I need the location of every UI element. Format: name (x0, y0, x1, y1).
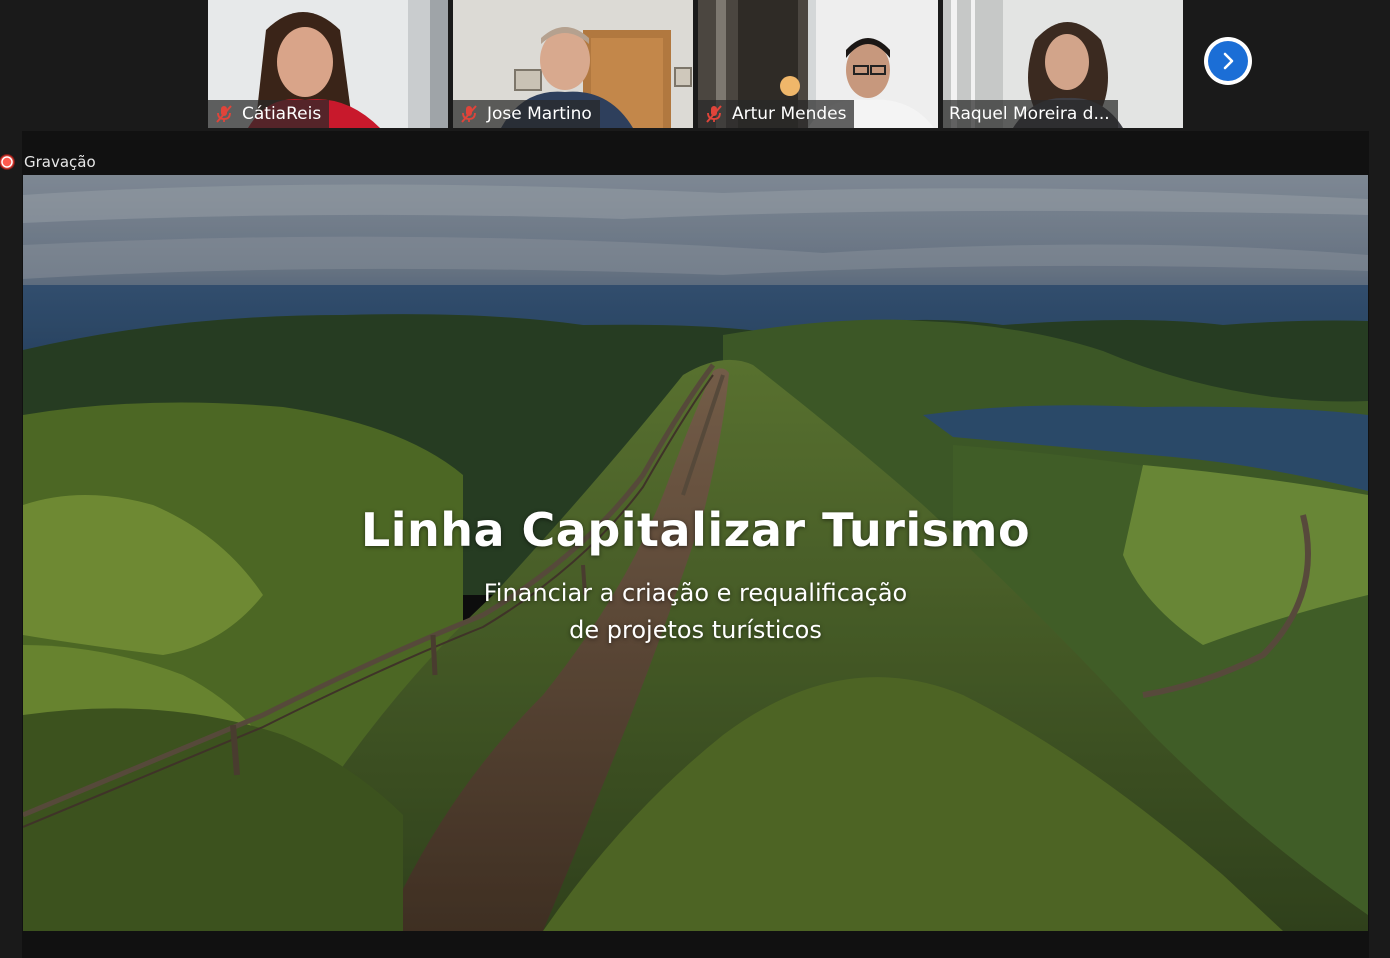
meeting-window: CátiaReis Jose Martino Artur Mendes Raqu… (0, 0, 1390, 958)
mic-off-icon (461, 105, 477, 123)
mic-off-icon (706, 105, 722, 123)
participant-name: Artur Mendes (732, 104, 847, 124)
participant-name: Raquel Moreira d... (949, 104, 1110, 124)
slide-subtitle-line2: de projetos turísticos (569, 616, 822, 644)
presentation-slide: Linha Capitalizar Turismo Financiar a cr… (23, 175, 1368, 931)
next-participants-button[interactable] (1204, 37, 1252, 85)
slide-title: Linha Capitalizar Turismo (360, 503, 1031, 557)
recording-label: Gravação (24, 153, 96, 171)
slide-subtitle-line1: Financiar a criação e requalificação (483, 579, 908, 607)
participant-tile[interactable]: CátiaReis (208, 0, 448, 128)
recording-indicator[interactable]: Gravação (0, 152, 96, 172)
participant-tile[interactable]: Jose Martino (453, 0, 693, 128)
chevron-right-icon (1223, 52, 1234, 70)
record-dot-icon (0, 155, 14, 169)
participant-strip: CátiaReis Jose Martino Artur Mendes Raqu… (208, 0, 1183, 128)
participant-nameplate: CátiaReis (208, 100, 330, 128)
participant-nameplate: Raquel Moreira d... (943, 100, 1118, 128)
participant-tile[interactable]: Raquel Moreira d... (943, 0, 1183, 128)
participant-name: Jose Martino (487, 104, 592, 124)
next-participants-button-face (1208, 41, 1248, 81)
participant-name: CátiaReis (242, 104, 322, 124)
participant-tile[interactable]: Artur Mendes (698, 0, 938, 128)
participant-nameplate: Jose Martino (453, 100, 600, 128)
mic-off-icon (216, 105, 232, 123)
participant-nameplate: Artur Mendes (698, 100, 855, 128)
